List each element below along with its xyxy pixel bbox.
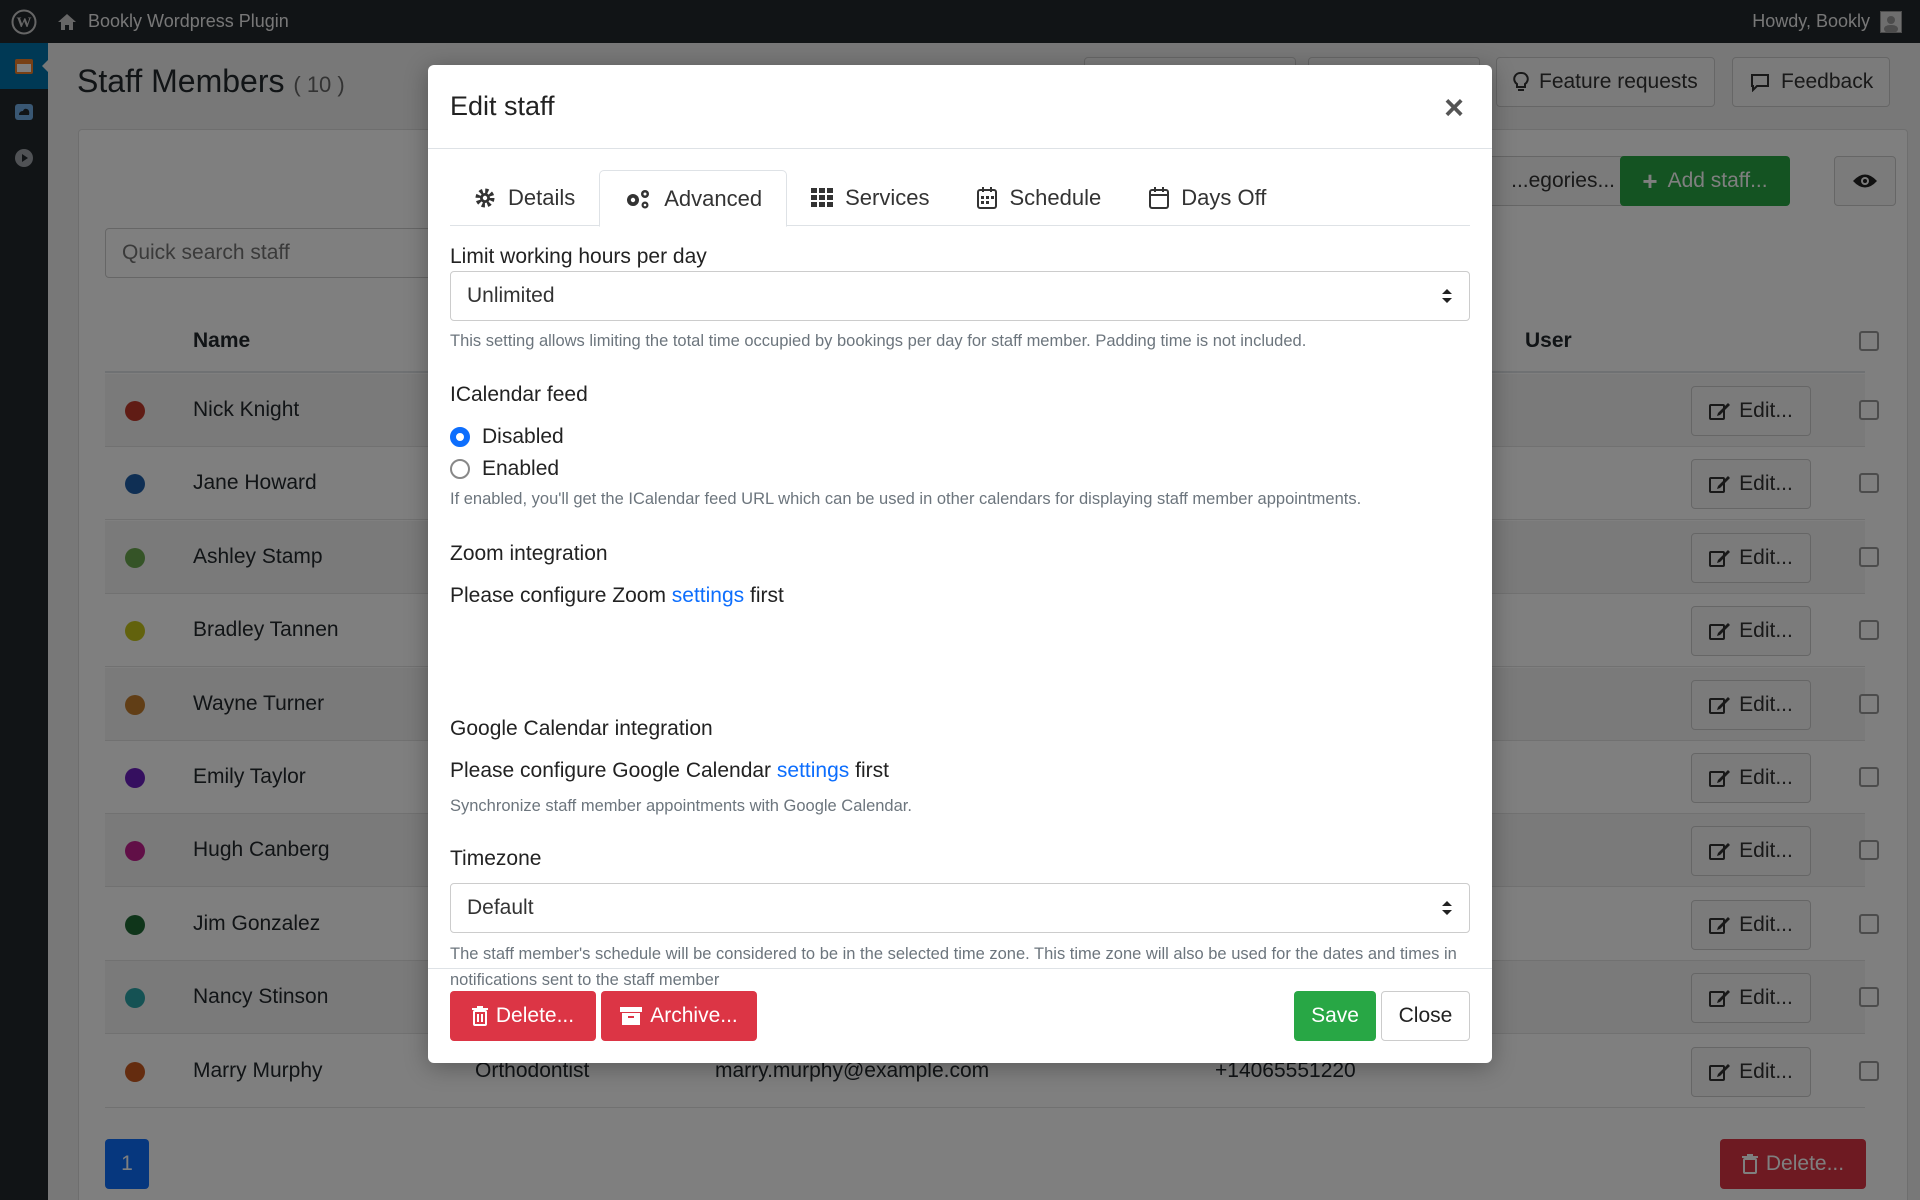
tab-days-off[interactable]: Days Off — [1125, 170, 1290, 226]
gear-icon — [475, 188, 495, 208]
timezone-select[interactable]: Default — [450, 883, 1470, 933]
gcal-settings-link[interactable]: settings — [777, 759, 849, 782]
modal-tabs: Details Advanced Services Schedule Days … — [450, 170, 1470, 227]
modal-header: Edit staff — [428, 65, 1492, 149]
timezone-label: Timezone — [450, 847, 542, 870]
tab-days-off-label: Days Off — [1181, 185, 1267, 210]
tab-advanced-label: Advanced — [664, 185, 763, 211]
timezone-value: Default — [467, 896, 534, 919]
select-arrows-icon — [1442, 901, 1452, 915]
limit-hours-value: Unlimited — [467, 284, 555, 307]
zoom-config-prefix: Please configure Zoom — [450, 584, 666, 607]
delete-staff-label: Delete... — [495, 1004, 575, 1027]
icalendar-enabled-label: Enabled — [482, 457, 560, 480]
tab-services[interactable]: Services — [787, 170, 953, 226]
save-button[interactable]: Save — [1294, 991, 1376, 1041]
gcal-config-suffix: first — [855, 759, 889, 782]
save-label: Save — [1311, 1004, 1359, 1027]
gcal-help: Synchronize staff member appointments wi… — [450, 797, 912, 815]
tab-schedule-label: Schedule — [1009, 185, 1102, 210]
delete-staff-button[interactable]: Delete... — [450, 991, 596, 1041]
gcal-config-prefix: Please configure Google Calendar — [450, 759, 772, 782]
zoom-config-text: Please configure Zoom settings first — [450, 584, 784, 608]
archive-icon — [620, 1007, 643, 1025]
zoom-settings-link[interactable]: settings — [672, 584, 744, 607]
icalendar-enabled-option[interactable]: Enabled — [450, 457, 559, 481]
tab-details-label: Details — [508, 185, 576, 210]
icalendar-label: ICalendar feed — [450, 383, 588, 406]
tab-details[interactable]: Details — [450, 170, 599, 226]
modal-title: Edit staff — [450, 91, 555, 121]
limit-hours-help: This setting allows limiting the total t… — [450, 332, 1307, 350]
icalendar-enabled-radio[interactable] — [450, 459, 470, 479]
modal-footer: Delete... Archive... Save Close — [428, 968, 1492, 1063]
grid-icon — [811, 188, 834, 207]
calendar-grid-icon — [977, 187, 998, 209]
edit-staff-modal: Edit staff × Details Advanced Services S… — [428, 65, 1492, 1063]
close-icon[interactable]: × — [1444, 91, 1464, 125]
calendar-icon — [1149, 187, 1170, 209]
google-calendar-label: Google Calendar integration — [450, 717, 713, 740]
gears-icon — [627, 189, 650, 208]
limit-hours-select[interactable]: Unlimited — [450, 271, 1470, 321]
zoom-label: Zoom integration — [450, 542, 608, 565]
tab-schedule[interactable]: Schedule — [953, 170, 1125, 226]
trash-icon — [471, 1006, 488, 1026]
icalendar-disabled-radio[interactable] — [450, 427, 470, 447]
icalendar-disabled-option[interactable]: Disabled — [450, 425, 564, 449]
close-button[interactable]: Close — [1381, 991, 1470, 1041]
limit-hours-label: Limit working hours per day — [450, 245, 707, 268]
close-label: Close — [1398, 1004, 1453, 1027]
archive-staff-label: Archive... — [650, 1004, 738, 1027]
archive-staff-button[interactable]: Archive... — [601, 991, 757, 1041]
tab-services-label: Services — [845, 185, 930, 210]
tab-advanced[interactable]: Advanced — [599, 170, 788, 227]
select-arrows-icon — [1442, 289, 1452, 303]
zoom-config-suffix: first — [750, 584, 784, 607]
icalendar-help: If enabled, you'll get the ICalendar fee… — [450, 490, 1362, 508]
icalendar-disabled-label: Disabled — [482, 425, 564, 448]
gcal-config-text: Please configure Google Calendar setting… — [450, 759, 889, 783]
